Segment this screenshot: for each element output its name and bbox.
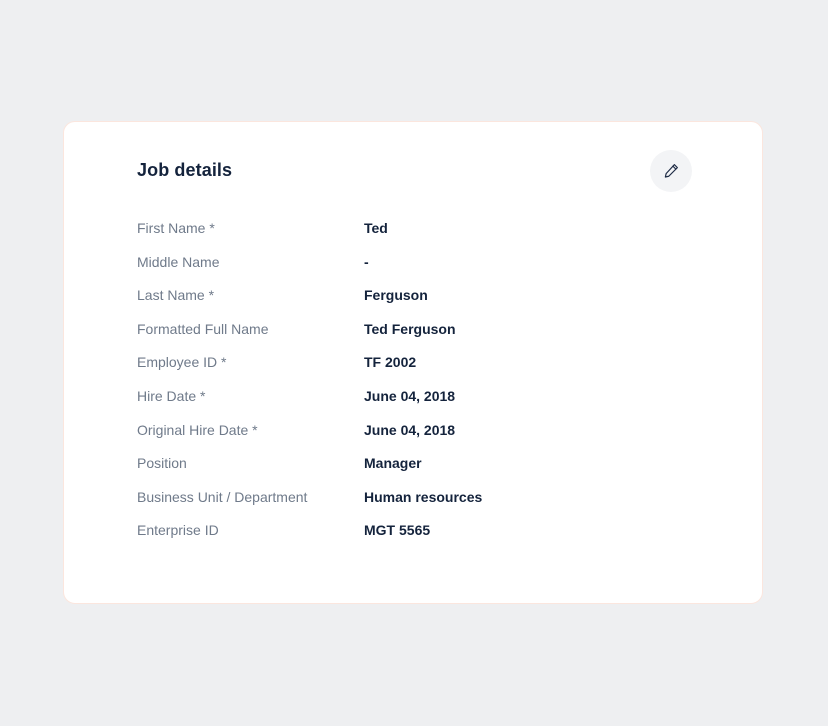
field-label: Last Name *: [137, 287, 215, 304]
field-row-hire-date: Hire Date * June 04, 2018: [137, 387, 697, 421]
field-label: Middle Name: [137, 253, 220, 270]
field-value: MGT 5565: [364, 522, 431, 539]
field-label: First Name *: [137, 220, 215, 236]
field-value: -: [364, 253, 369, 270]
field-row-formatted-full-name: Formatted Full Name Ted Ferguson: [137, 320, 697, 354]
edit-button[interactable]: [650, 150, 692, 192]
field-label: Hire Date *: [137, 387, 206, 404]
field-label: Formatted Full Name: [137, 320, 269, 337]
field-label: Original Hire Date *: [137, 421, 258, 438]
field-row-original-hire-date: Original Hire Date * June 04, 2018: [137, 421, 697, 455]
field-value: TF 2002: [364, 354, 417, 371]
field-row-position: Position Manager: [137, 454, 697, 488]
field-label: Business Unit / Department: [137, 488, 308, 505]
job-details-card: Job details First Name * Ted Middle Name…: [63, 121, 763, 604]
field-label: Position: [137, 455, 187, 472]
field-row-business-unit: Business Unit / Department Human resourc…: [137, 488, 697, 522]
field-value: June 04, 2018: [364, 387, 456, 404]
field-value: Ted Ferguson: [364, 320, 456, 337]
field-value: Ted: [364, 220, 388, 236]
field-row-last-name: Last Name * Ferguson: [137, 286, 697, 320]
field-label: Enterprise ID: [137, 522, 219, 539]
field-label: Employee ID *: [137, 354, 227, 371]
card-title: Job details: [137, 160, 233, 180]
field-row-employee-id: Employee ID * TF 2002: [137, 353, 697, 387]
field-value: Ferguson: [364, 287, 428, 304]
field-value: Human resources: [364, 488, 483, 505]
job-details-fields: First Name * Ted Middle Name - Last Name…: [137, 219, 697, 555]
pencil-icon: [662, 162, 680, 180]
field-row-enterprise-id: Enterprise ID MGT 5565: [137, 521, 697, 555]
field-row-first-name: First Name * Ted: [137, 219, 697, 253]
field-value: June 04, 2018: [364, 421, 456, 438]
field-row-middle-name: Middle Name -: [137, 253, 697, 287]
field-value: Manager: [364, 455, 422, 472]
